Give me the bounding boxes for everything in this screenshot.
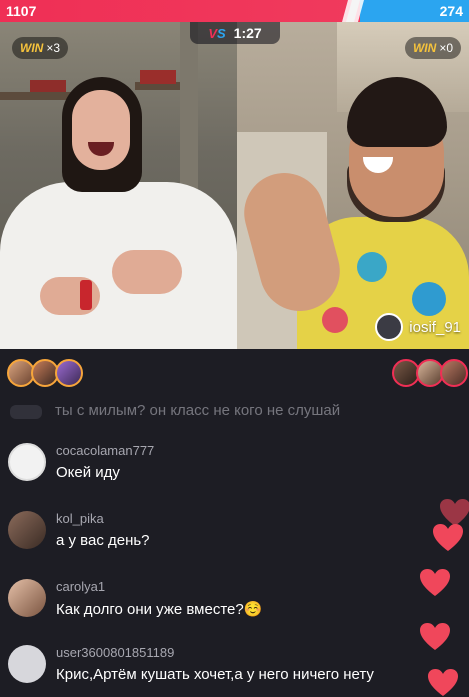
- comment-faded: ты с милым? он класс не кого не слушай: [0, 402, 469, 419]
- win-label: WIN: [20, 41, 44, 55]
- commenter-username[interactable]: carolya1: [56, 579, 262, 594]
- team-right-score: 274: [439, 3, 463, 19]
- shirt-pattern: [357, 252, 387, 282]
- lipstick: [80, 280, 92, 310]
- host-face: [72, 90, 130, 170]
- background-box: [140, 70, 176, 84]
- live-comments: ты с милым? он класс не кого не слушай c…: [0, 397, 469, 697]
- battle-score-bar: 1107 274: [0, 0, 469, 22]
- commenter-avatar[interactable]: [8, 645, 46, 683]
- team-right-score-fill: 274: [360, 0, 469, 22]
- top-supporters-row: [0, 349, 469, 397]
- battle-videos: WIN ×3 WIN ×0 iosif_91 VS 1:27: [0, 22, 469, 349]
- commenter-avatar[interactable]: [8, 511, 46, 549]
- comment-text: а у вас день?: [56, 532, 150, 549]
- team-left-score: 1107: [6, 3, 37, 19]
- team-left-score-fill: 1107: [0, 0, 360, 22]
- faded-avatar: [10, 405, 42, 419]
- vs-icon: VS: [208, 25, 226, 41]
- win-streak-badge-left: WIN ×3: [12, 37, 69, 59]
- opponent-username: iosif_91: [409, 318, 461, 336]
- comment-text: Как долго они уже вместе?☺️: [56, 601, 263, 618]
- host-video[interactable]: WIN ×3: [0, 22, 237, 349]
- lightning-divider-icon: [342, 0, 364, 22]
- timer-value: 1:27: [233, 25, 262, 41]
- commenter-avatar[interactable]: [8, 443, 46, 481]
- shirt-pattern: [412, 282, 446, 316]
- comment-item[interactable]: cocacolaman777 Окей иду: [8, 443, 154, 481]
- opponent-user-tag[interactable]: iosif_91: [375, 313, 461, 341]
- comment-item[interactable]: user3600801851189 Крис,Артём кушать хоче…: [8, 645, 374, 683]
- win-count: ×3: [46, 41, 61, 55]
- comment-text: Окей иду: [56, 464, 120, 481]
- comment-text: ты с милым? он класс не кого не слушай: [55, 402, 341, 419]
- opponent-top-supporters[interactable]: [392, 359, 468, 387]
- background-box: [30, 80, 66, 92]
- comment-item[interactable]: carolya1 Как долго они уже вместе?☺️: [8, 579, 262, 618]
- win-streak-badge-right: WIN ×0: [404, 37, 461, 59]
- supporter-avatar[interactable]: [55, 359, 83, 387]
- supporter-avatar[interactable]: [440, 359, 468, 387]
- shirt-pattern: [322, 307, 348, 333]
- commenter-username[interactable]: user3600801851189: [56, 645, 374, 660]
- comment-item[interactable]: kol_pika а у вас день?: [8, 511, 150, 549]
- win-label: WIN: [412, 41, 437, 55]
- heart-icon: [420, 569, 450, 596]
- host-hand: [112, 250, 182, 294]
- heart-icon: [420, 623, 450, 650]
- comment-text: Крис,Артём кушать хочет,а у него ничего …: [56, 666, 374, 683]
- battle-timer: VS 1:27: [190, 22, 280, 44]
- win-count: ×0: [439, 41, 453, 55]
- opponent-video[interactable]: WIN ×0 iosif_91: [237, 22, 469, 349]
- heart-icon: [440, 499, 469, 526]
- heart-icon: [428, 669, 458, 696]
- commenter-username[interactable]: cocacolaman777: [56, 443, 154, 458]
- background-shelf: [0, 92, 75, 100]
- opponent-avatar[interactable]: [375, 313, 404, 341]
- commenter-avatar[interactable]: [8, 579, 46, 617]
- host-top-supporters[interactable]: [7, 359, 83, 387]
- commenter-username[interactable]: kol_pika: [56, 511, 150, 526]
- heart-icon: [433, 524, 463, 551]
